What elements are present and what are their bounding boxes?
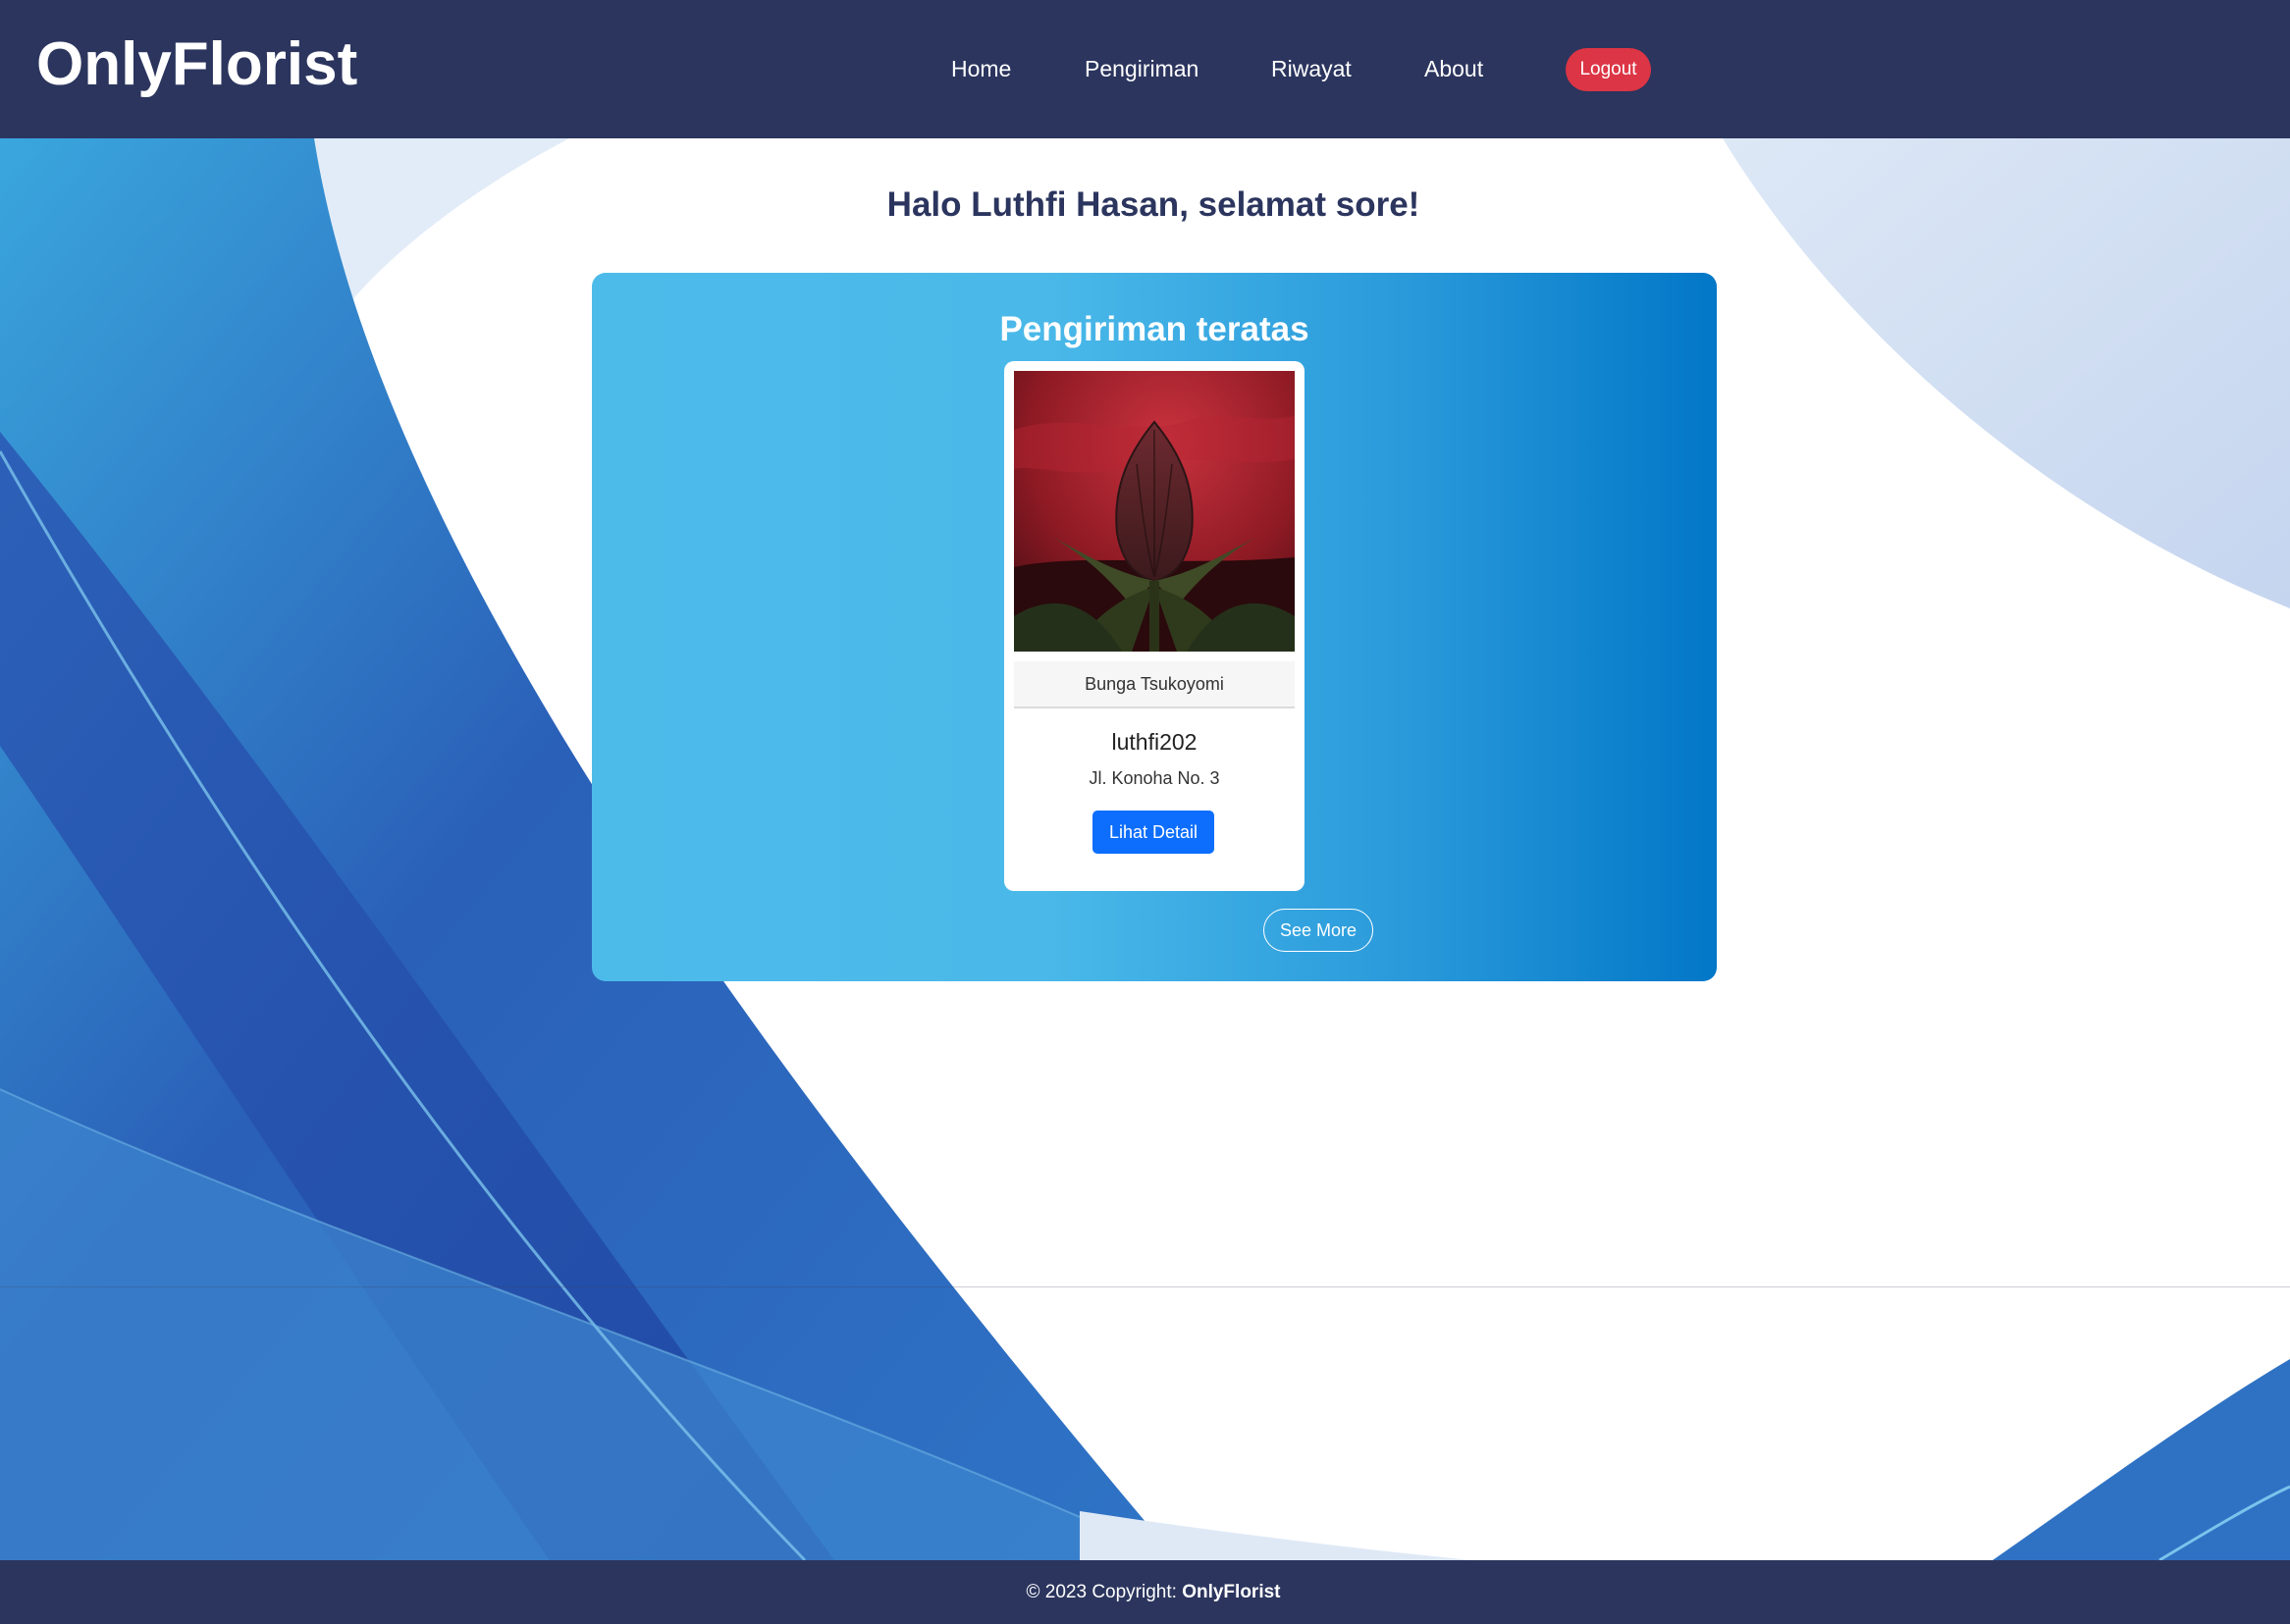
- flower-image: [1014, 371, 1295, 652]
- nav-link-about[interactable]: About: [1424, 53, 1483, 84]
- copyright-text: © 2023 Copyright:: [1026, 1582, 1183, 1602]
- footer-brand: OnlyFlorist: [1182, 1582, 1281, 1602]
- nav-link-pengiriman[interactable]: Pengiriman: [1085, 53, 1198, 84]
- logout-button[interactable]: Logout: [1566, 48, 1651, 91]
- nav-link-riwayat[interactable]: Riwayat: [1271, 53, 1352, 84]
- footer: © 2023 Copyright: OnlyFlorist: [0, 1560, 2290, 1624]
- panel-title: Pengiriman teratas: [999, 310, 1309, 348]
- top-shipments-panel: Pengiriman teratas Bunga Tsukoyomi luthf…: [592, 273, 1717, 981]
- view-detail-button[interactable]: Lihat Detail: [1092, 811, 1214, 854]
- footer-copyright: © 2023 Copyright: OnlyFlorist: [0, 1560, 2290, 1624]
- navbar: OnlyFlorist Home Pengiriman Riwayat Abou…: [0, 0, 2290, 138]
- recipient-address: Jl. Konoha No. 3: [1089, 768, 1220, 788]
- greeting-heading: Halo Luthfi Hasan, selamat sore!: [886, 185, 1420, 224]
- nav-link-home[interactable]: Home: [951, 53, 1011, 84]
- brand-logo[interactable]: OnlyFlorist: [36, 27, 357, 102]
- divider: [0, 1286, 2290, 1287]
- flower-name: Bunga Tsukoyomi: [1014, 661, 1295, 708]
- see-more-button[interactable]: See More: [1263, 909, 1373, 952]
- recipient-username: luthfi202: [1111, 729, 1198, 755]
- shipment-card: Bunga Tsukoyomi luthfi202 Jl. Konoha No.…: [1004, 361, 1305, 891]
